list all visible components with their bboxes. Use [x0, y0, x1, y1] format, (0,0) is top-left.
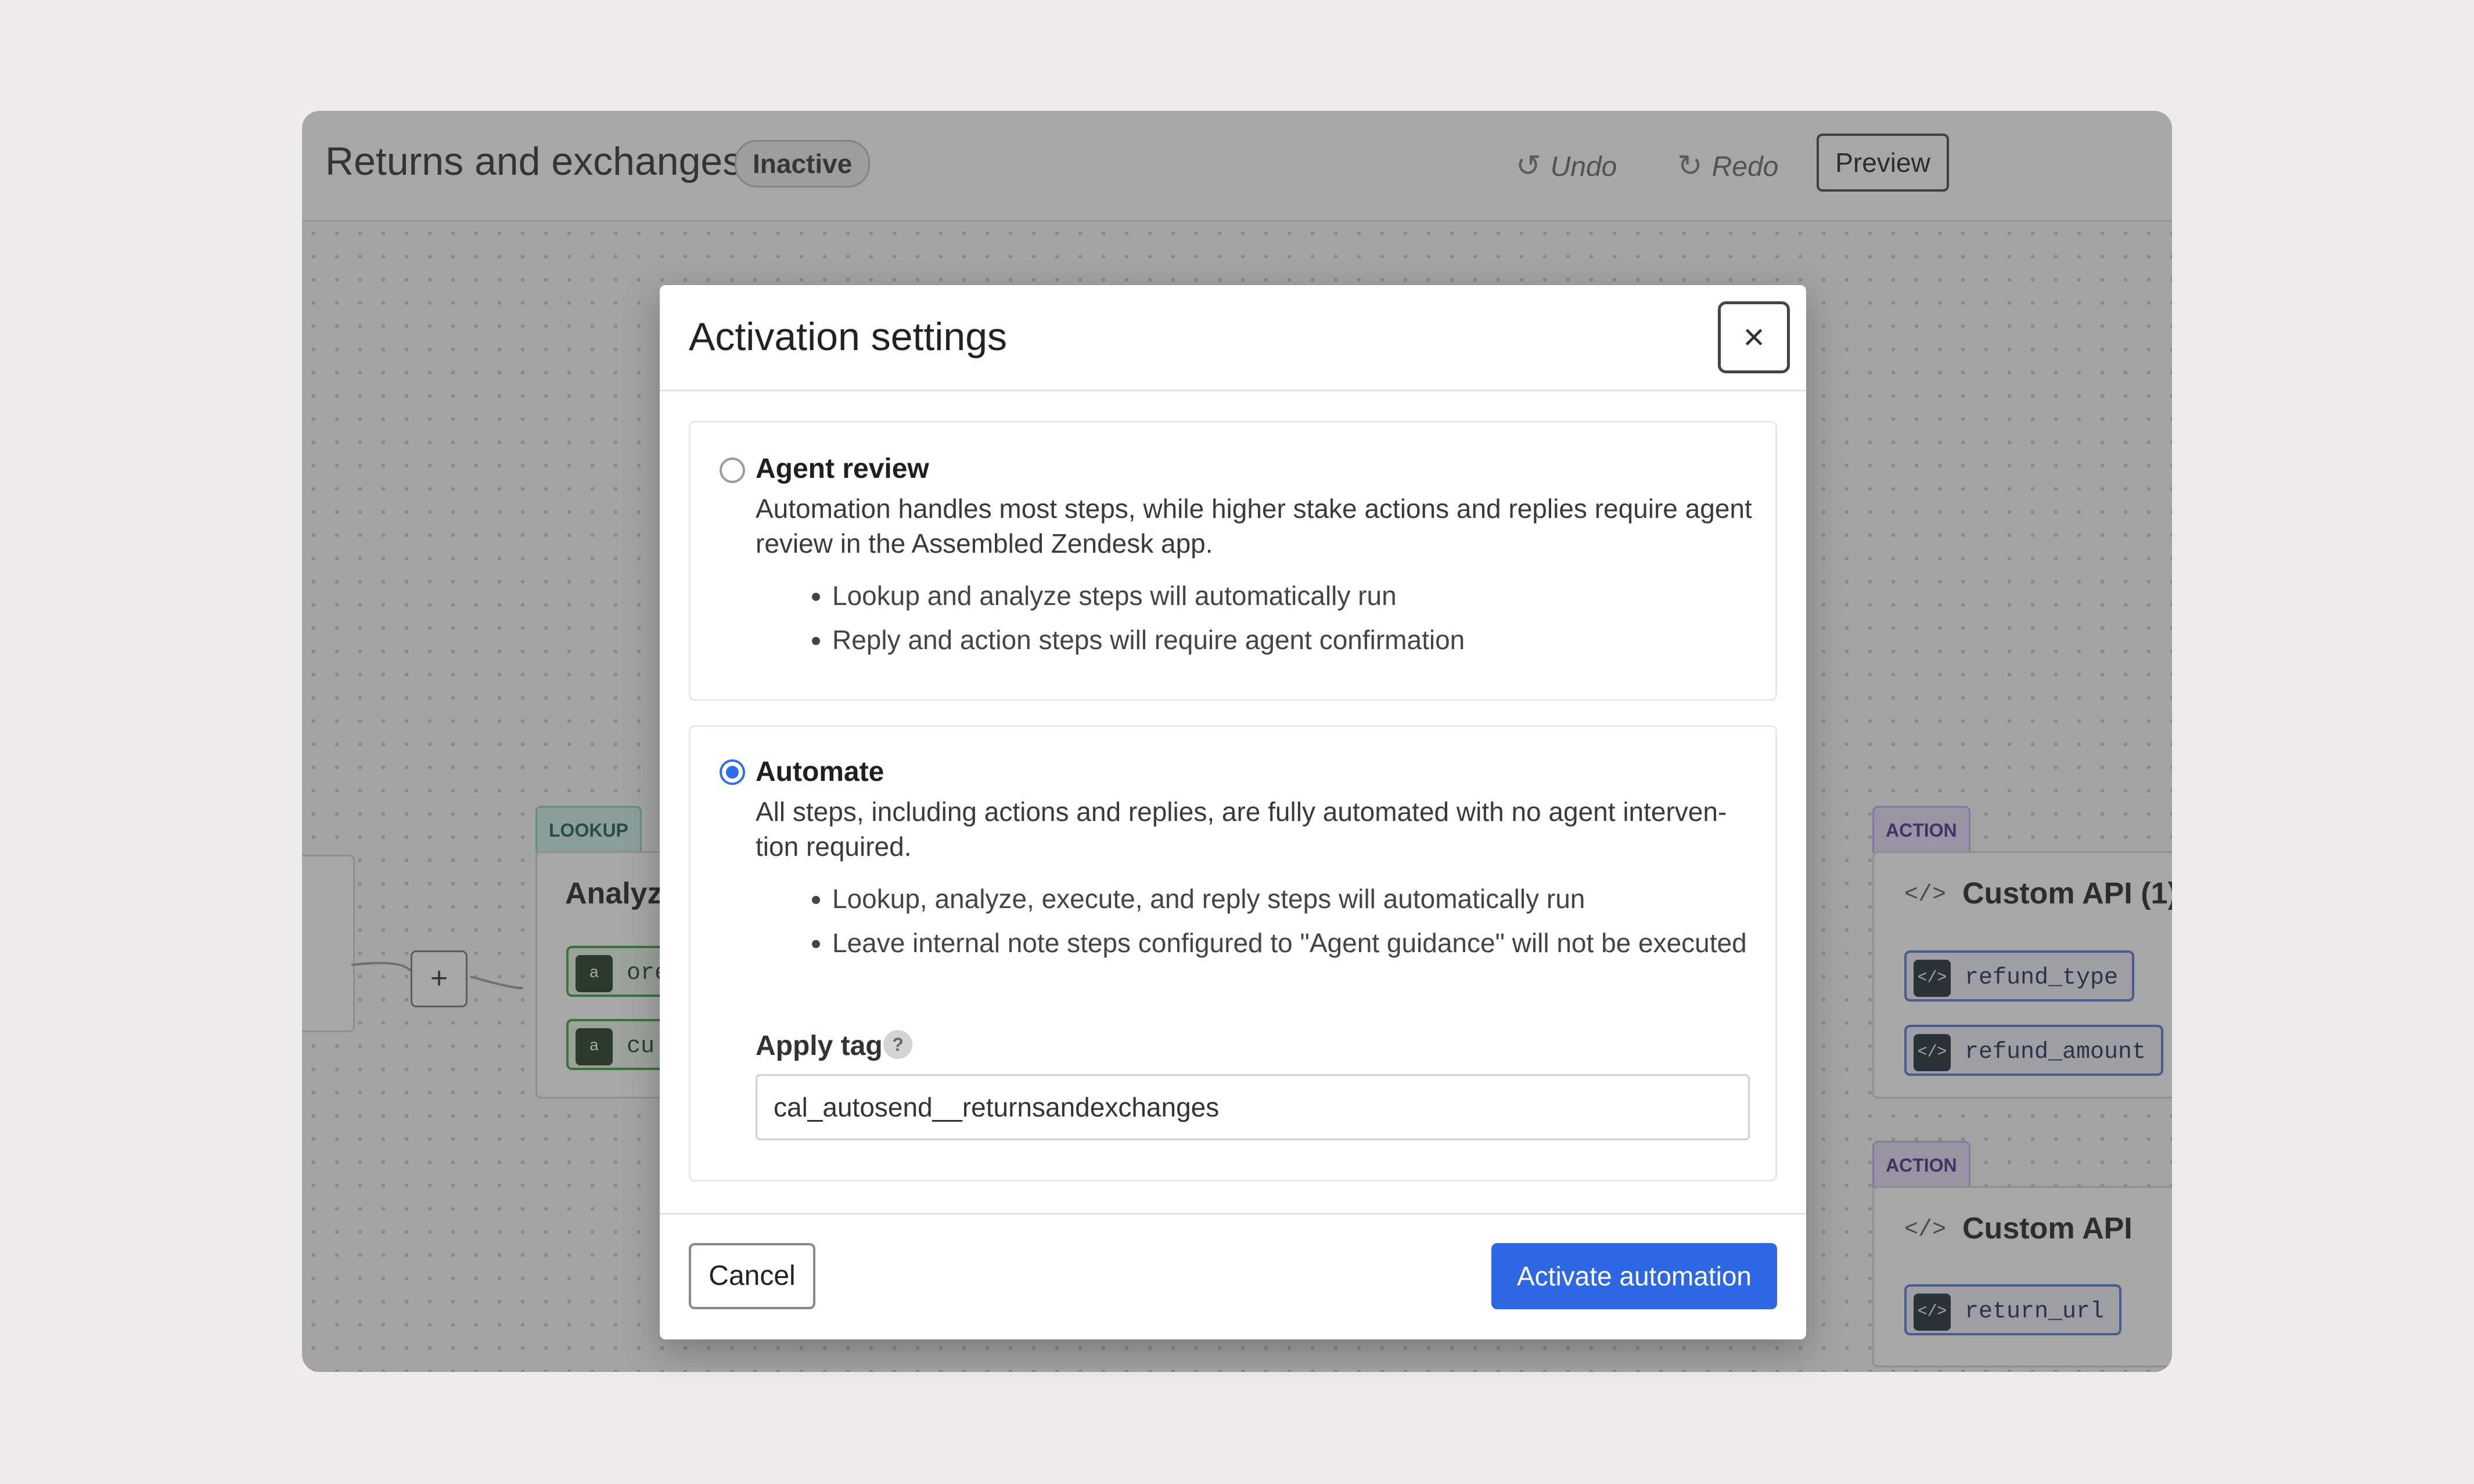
- automate-label: Automate: [756, 757, 884, 787]
- automate-option[interactable]: Automate All steps, including actions an…: [689, 725, 1777, 1182]
- close-button[interactable]: ×: [1718, 301, 1790, 373]
- automate-description: All steps, including actions and replies…: [756, 797, 1727, 862]
- activation-settings-modal: Activation settings × Agent review Autom…: [660, 285, 1806, 1339]
- automate-bullets: Lookup, analyze, execute, and reply step…: [756, 881, 1819, 970]
- bullet-item: Lookup and analyze steps will automatica…: [832, 578, 1819, 613]
- close-icon: ×: [1743, 316, 1765, 358]
- help-icon[interactable]: ?: [883, 1030, 912, 1059]
- cancel-button[interactable]: Cancel: [689, 1243, 815, 1309]
- apply-tag-label: Apply tag: [756, 1031, 883, 1061]
- bullet-item: Reply and action steps will require agen…: [832, 622, 1819, 657]
- apply-tag-input[interactable]: [756, 1074, 1750, 1140]
- agent-review-bullets: Lookup and analyze steps will automatica…: [756, 578, 1819, 667]
- modal-title: Activation settings: [689, 315, 1008, 359]
- divider: [660, 390, 1806, 391]
- divider: [660, 1213, 1806, 1215]
- agent-review-radio[interactable]: [720, 458, 745, 483]
- activate-automation-button[interactable]: Activate automation: [1491, 1243, 1777, 1309]
- agent-review-option[interactable]: Agent review Automation handles most ste…: [689, 421, 1777, 701]
- bullet-item: Leave internal note steps configured to …: [832, 925, 1819, 960]
- agent-review-description: Automation handles most steps, while hig…: [756, 494, 1752, 559]
- automate-radio[interactable]: [720, 759, 745, 785]
- agent-review-label: Agent review: [756, 453, 929, 484]
- bullet-item: Lookup, analyze, execute, and reply step…: [832, 881, 1819, 916]
